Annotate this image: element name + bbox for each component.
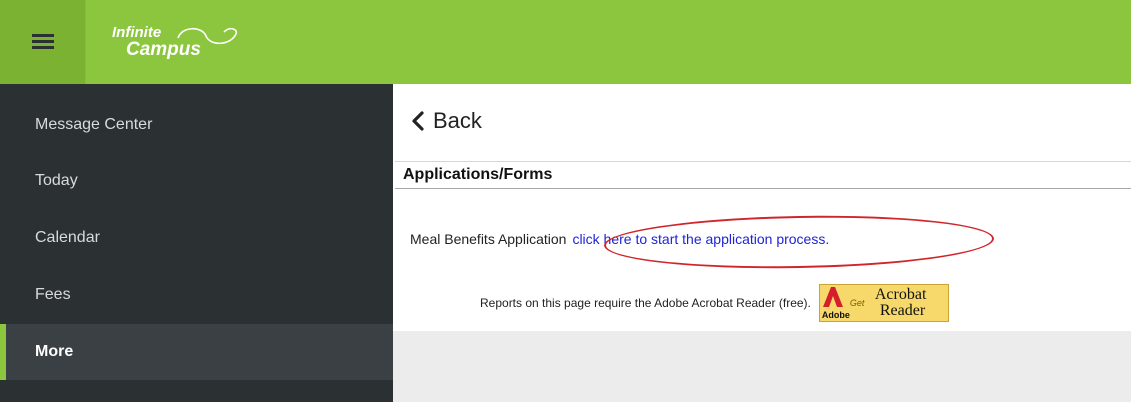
sidebar-item-label: Calendar xyxy=(35,229,100,246)
start-application-link[interactable]: click here to start the application proc… xyxy=(572,231,829,247)
sidebar-item-label: Today xyxy=(35,172,78,189)
sidebar-item-today[interactable]: Today xyxy=(0,153,393,209)
chevron-left-icon xyxy=(412,111,424,131)
adobe-text: Adobe xyxy=(821,310,850,320)
acrobat-note-text: Reports on this page require the Adobe A… xyxy=(480,296,811,310)
menu-button[interactable] xyxy=(0,0,86,84)
hamburger-icon xyxy=(31,34,54,50)
infinite-campus-logo[interactable]: Infinite Campus xyxy=(112,22,242,66)
sidebar-item-more[interactable]: More xyxy=(0,324,393,380)
top-bar: Infinite Campus xyxy=(0,0,1131,84)
acrobat-note-row: Reports on this page require the Adobe A… xyxy=(480,284,949,322)
back-button[interactable]: Back xyxy=(411,108,482,134)
sidebar-item-label: Message Center xyxy=(35,116,153,133)
logo-line2: Campus xyxy=(126,39,201,60)
get-acrobat-reader-badge[interactable]: Adobe Get Acrobat Reader xyxy=(818,284,949,322)
sidebar-item-calendar[interactable]: Calendar xyxy=(0,210,393,266)
back-label: Back xyxy=(433,108,482,133)
section-title: Applications/Forms xyxy=(395,161,1131,189)
main-content: Back Applications/Forms Meal Benefits Ap… xyxy=(393,84,1131,331)
sidebar-item-message-center[interactable]: Message Center xyxy=(0,97,393,153)
sidebar-item-label: More xyxy=(35,343,74,360)
meal-benefits-row: Meal Benefits Application click here to s… xyxy=(410,231,829,247)
sidebar-item-label: Fees xyxy=(35,286,71,303)
get-text: Get xyxy=(849,298,865,308)
sidebar-item-fees[interactable]: Fees xyxy=(0,267,393,323)
sidebar: Message Center Today Calendar Fees More xyxy=(0,84,393,402)
reader-text: Reader xyxy=(879,302,926,319)
adobe-logo-icon xyxy=(822,287,843,307)
meal-benefits-label: Meal Benefits Application xyxy=(410,231,567,247)
